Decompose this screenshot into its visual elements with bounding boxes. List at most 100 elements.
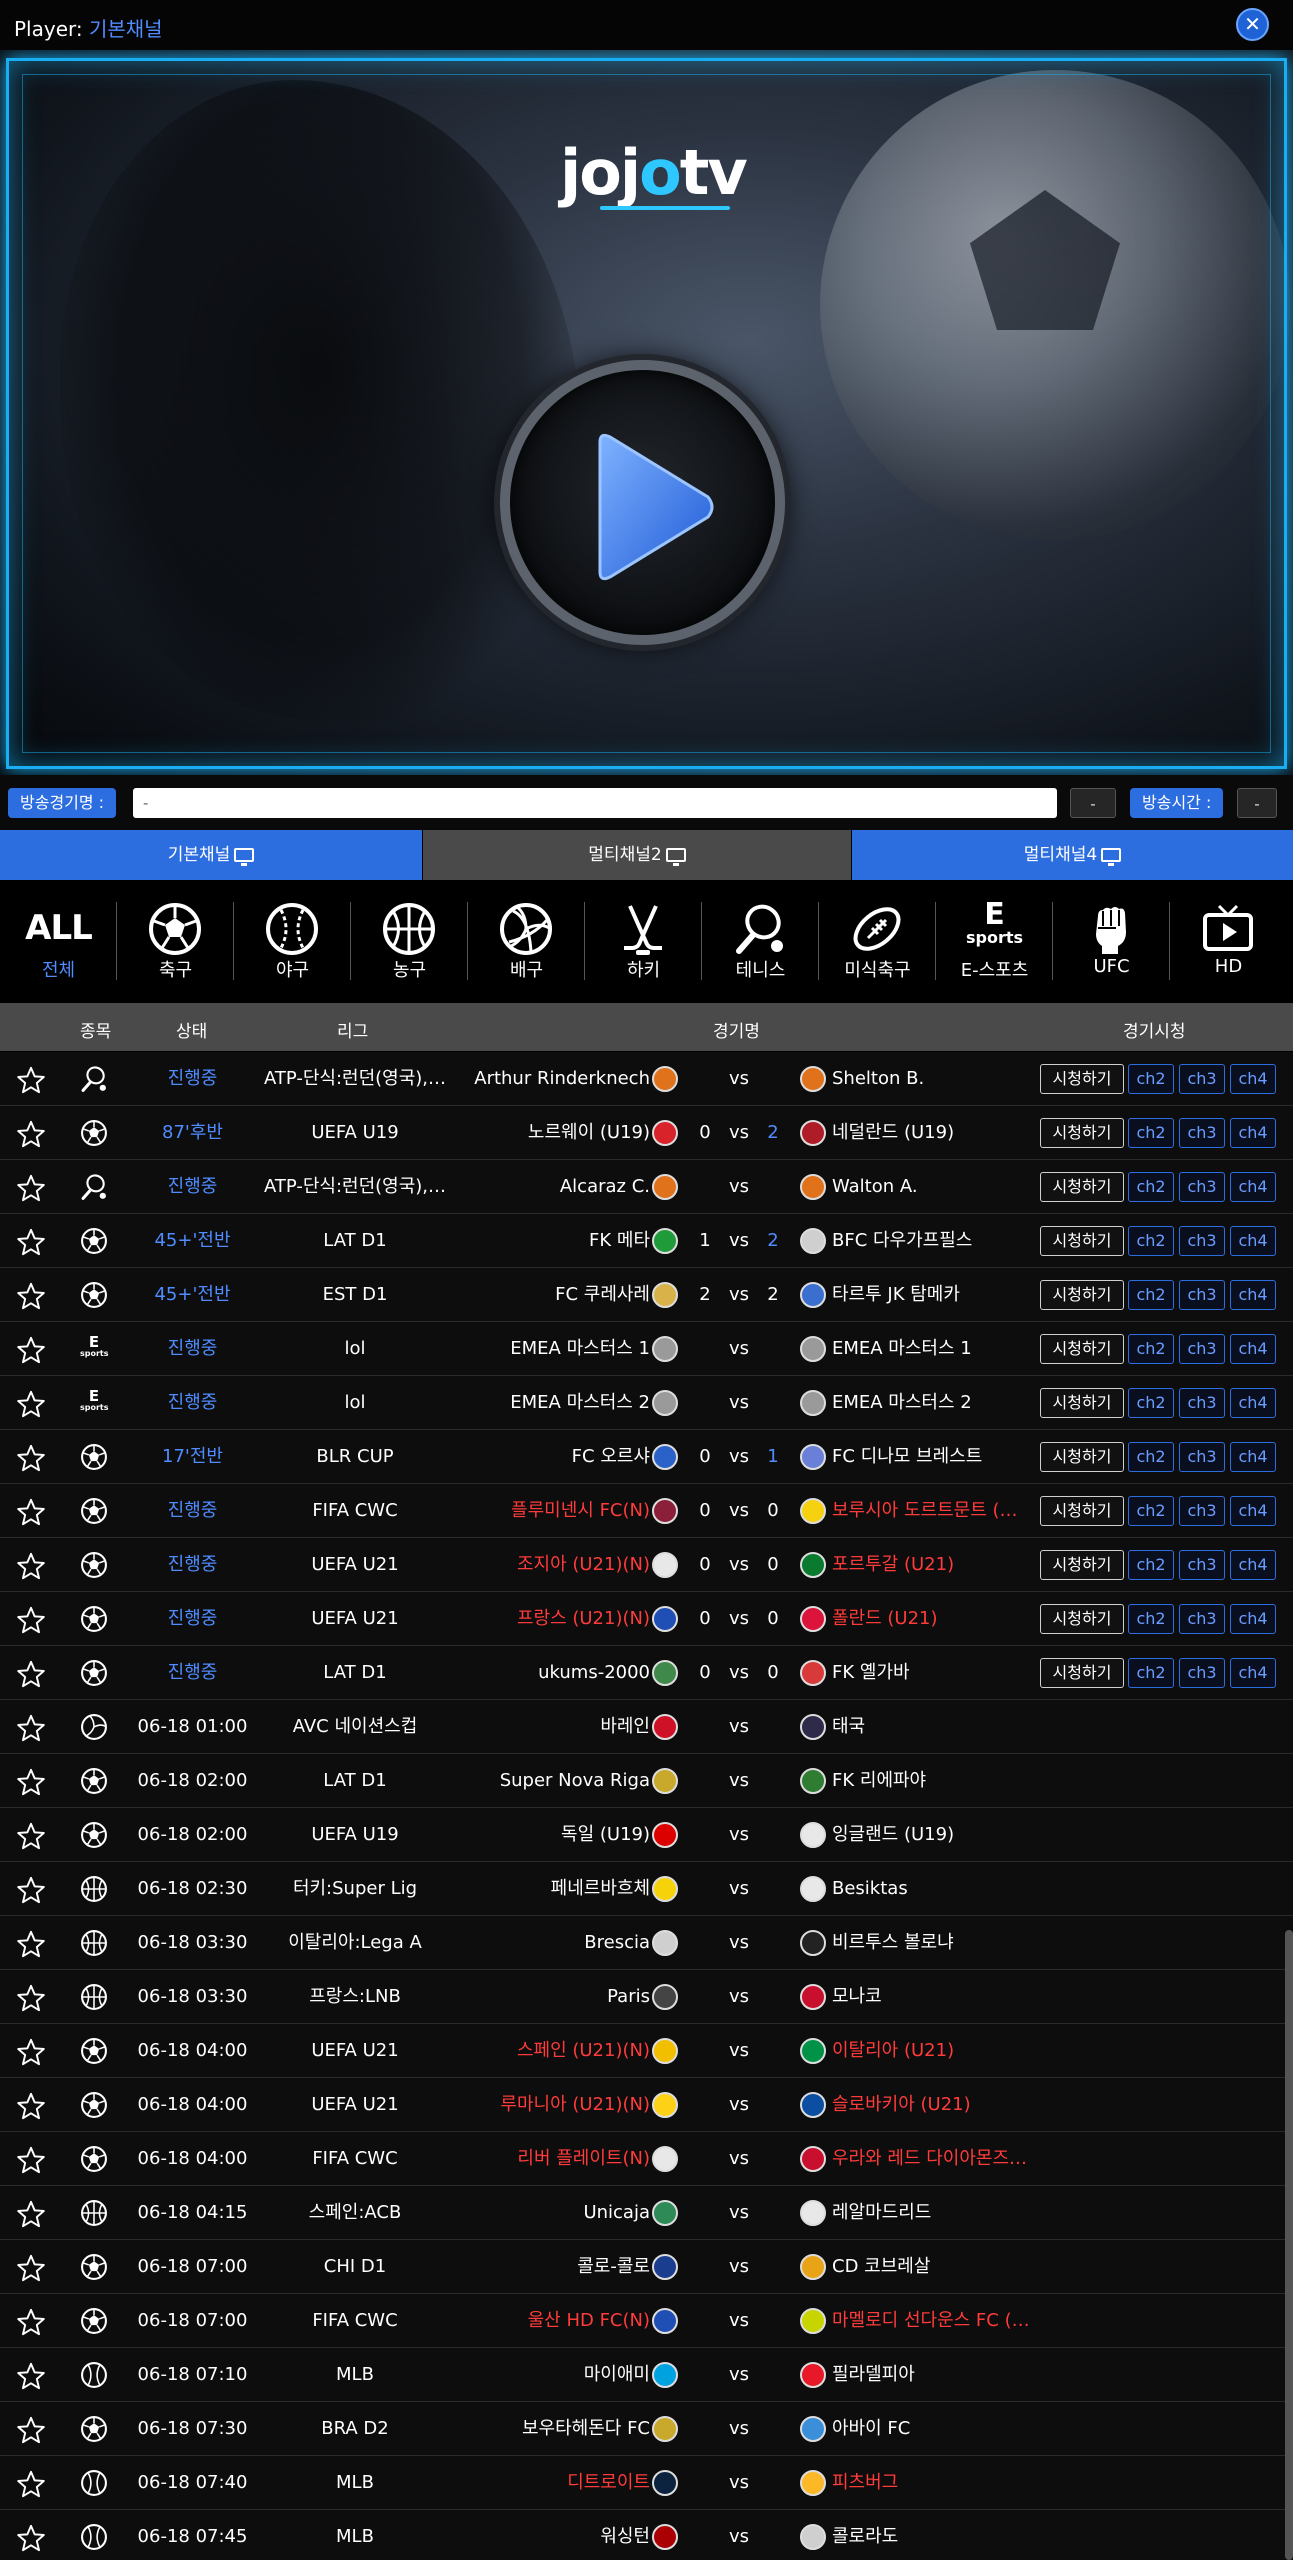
favorite-star-icon[interactable] [16,1376,48,1429]
category-soccer[interactable]: 축구 [117,880,234,1000]
channel-3-button[interactable]: ch3 [1179,1280,1225,1310]
channel-4-button[interactable]: ch4 [1230,1064,1276,1094]
watch-button[interactable]: 시청하기 [1040,1604,1124,1634]
watch-button[interactable]: 시청하기 [1040,1172,1124,1202]
channel-2-button[interactable]: ch2 [1128,1118,1174,1148]
favorite-star-icon[interactable] [16,1214,48,1267]
category-american-football[interactable]: 미식축구 [819,880,936,1000]
favorite-star-icon[interactable] [16,1430,48,1483]
favorite-star-icon[interactable] [16,1862,48,1915]
watch-button[interactable]: 시청하기 [1040,1496,1124,1526]
favorite-star-icon[interactable] [16,1700,48,1753]
watch-button[interactable]: 시청하기 [1040,1442,1124,1472]
channel-2-button[interactable]: ch2 [1128,1550,1174,1580]
channel-3-button[interactable]: ch3 [1179,1118,1225,1148]
tab-multi-channel-4[interactable]: 멀티채널4 [852,830,1293,880]
favorite-star-icon[interactable] [16,2510,48,2560]
watch-button[interactable]: 시청하기 [1040,1550,1124,1580]
away-score [758,1862,788,1915]
favorite-star-icon[interactable] [16,1322,48,1375]
tv-icon [1203,904,1253,951]
watch-button[interactable]: 시청하기 [1040,1226,1124,1256]
favorite-star-icon[interactable] [16,1754,48,1807]
channel-2-button[interactable]: ch2 [1128,1604,1174,1634]
video-player[interactable]: jojotv [0,50,1293,775]
favorite-star-icon[interactable] [16,2402,48,2455]
watch-button[interactable]: 시청하기 [1040,1658,1124,1688]
channel-2-button[interactable]: ch2 [1128,1280,1174,1310]
category-baseball[interactable]: 야구 [234,880,351,1000]
channel-3-button[interactable]: ch3 [1179,1064,1225,1094]
favorite-star-icon[interactable] [16,1052,48,1105]
channel-4-button[interactable]: ch4 [1230,1496,1276,1526]
category-esports[interactable]: Esports E-스포츠 [936,880,1053,1000]
channel-4-button[interactable]: ch4 [1230,1604,1276,1634]
channel-2-button[interactable]: ch2 [1128,1388,1174,1418]
favorite-star-icon[interactable] [16,1970,48,2023]
tab-basic-channel[interactable]: 기본채널 [0,830,422,880]
channel-2-button[interactable]: ch2 [1128,1442,1174,1472]
favorite-star-icon[interactable] [16,2456,48,2509]
channel-3-button[interactable]: ch3 [1179,1496,1225,1526]
channel-2-button[interactable]: ch2 [1128,1064,1174,1094]
channel-3-button[interactable]: ch3 [1179,1334,1225,1364]
favorite-star-icon[interactable] [16,1160,48,1213]
favorite-star-icon[interactable] [16,1646,48,1699]
channel-3-button[interactable]: ch3 [1179,1388,1225,1418]
channel-4-button[interactable]: ch4 [1230,1550,1276,1580]
category-volleyball[interactable]: 배구 [468,880,585,1000]
channel-4-button[interactable]: ch4 [1230,1442,1276,1472]
category-ufc[interactable]: UFC [1053,880,1170,1000]
watch-button[interactable]: 시청하기 [1040,1064,1124,1094]
scrollbar-thumb[interactable] [1285,1930,1293,2560]
vs-label: vs [728,1878,750,1899]
watch-button[interactable]: 시청하기 [1040,1280,1124,1310]
category-hd[interactable]: HD [1170,880,1287,1000]
channel-4-button[interactable]: ch4 [1230,1280,1276,1310]
category-hockey[interactable]: 하키 [585,880,702,1000]
favorite-star-icon[interactable] [16,2294,48,2347]
favorite-star-icon[interactable] [16,2078,48,2131]
channel-2-button[interactable]: ch2 [1128,1334,1174,1364]
channel-3-button[interactable]: ch3 [1179,1226,1225,1256]
channel-3-button[interactable]: ch3 [1179,1172,1225,1202]
category-tennis[interactable]: 테니스 [702,880,819,1000]
watch-button[interactable]: 시청하기 [1040,1388,1124,1418]
channel-3-button[interactable]: ch3 [1179,1442,1225,1472]
channel-4-button[interactable]: ch4 [1230,1388,1276,1418]
favorite-star-icon[interactable] [16,1484,48,1537]
close-button[interactable]: ✕ [1236,8,1269,41]
channel-2-button[interactable]: ch2 [1128,1226,1174,1256]
channel-2-button[interactable]: ch2 [1128,1496,1174,1526]
category-all[interactable]: ALL 전체 [0,880,117,1000]
favorite-star-icon[interactable] [16,2240,48,2293]
channel-4-button[interactable]: ch4 [1230,1658,1276,1688]
channel-3-button[interactable]: ch3 [1179,1550,1225,1580]
favorite-star-icon[interactable] [16,2348,48,2401]
watch-button[interactable]: 시청하기 [1040,1334,1124,1364]
favorite-star-icon[interactable] [16,2132,48,2185]
favorite-star-icon[interactable] [16,1592,48,1645]
channel-2-button[interactable]: ch2 [1128,1172,1174,1202]
channel-4-button[interactable]: ch4 [1230,1226,1276,1256]
favorite-star-icon[interactable] [16,2024,48,2077]
channel-4-button[interactable]: ch4 [1230,1118,1276,1148]
channel-2-button[interactable]: ch2 [1128,1658,1174,1688]
channel-4-button[interactable]: ch4 [1230,1172,1276,1202]
favorite-star-icon[interactable] [16,1106,48,1159]
category-basketball[interactable]: 농구 [351,880,468,1000]
play-button[interactable] [500,360,785,645]
favorite-star-icon[interactable] [16,1916,48,1969]
vs-label: vs [728,2472,750,2493]
channel-4-button[interactable]: ch4 [1230,1334,1276,1364]
table-row: 06-18 03:30 프랑스:LNB Paris vs 모나코 [0,1970,1293,2024]
favorite-star-icon[interactable] [16,1268,48,1321]
soccer-icon [81,2146,107,2172]
tab-multi-channel-2[interactable]: 멀티채널2 [423,830,851,880]
watch-button[interactable]: 시청하기 [1040,1118,1124,1148]
channel-3-button[interactable]: ch3 [1179,1658,1225,1688]
favorite-star-icon[interactable] [16,1808,48,1861]
channel-3-button[interactable]: ch3 [1179,1604,1225,1634]
favorite-star-icon[interactable] [16,2186,48,2239]
favorite-star-icon[interactable] [16,1538,48,1591]
